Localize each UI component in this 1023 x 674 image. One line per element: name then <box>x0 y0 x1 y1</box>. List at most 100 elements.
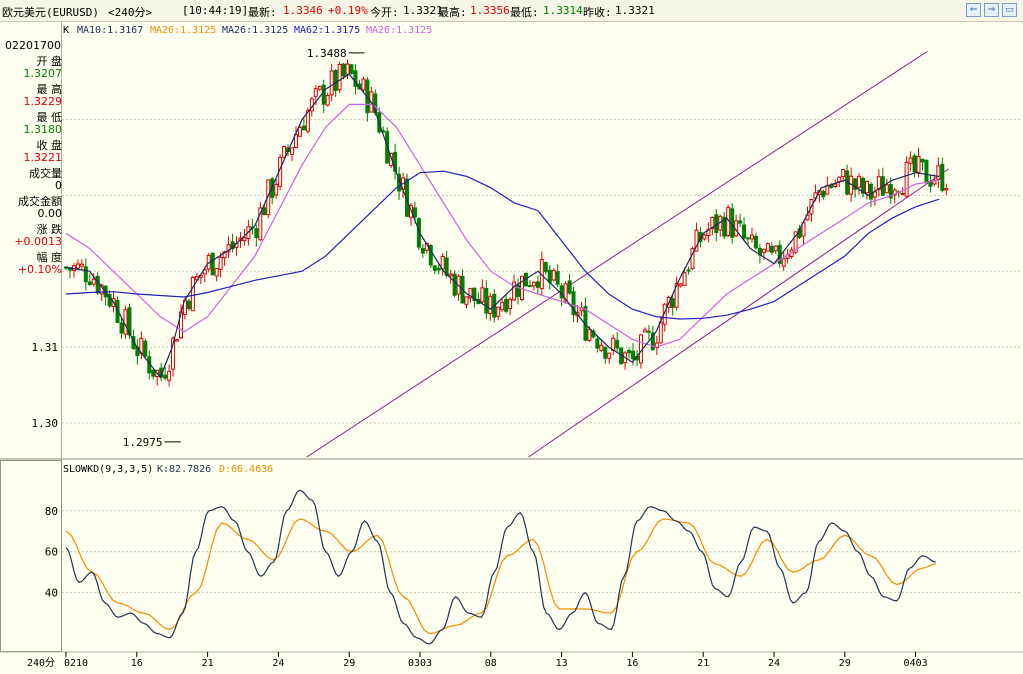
candle-body <box>262 207 267 216</box>
candle-body <box>670 298 675 308</box>
period-footer: 240分 <box>27 657 55 669</box>
candle-body <box>210 252 215 276</box>
candle-body <box>841 168 846 178</box>
candle-body <box>607 352 612 359</box>
candle-body <box>908 157 913 164</box>
price-annotations: 1.3488 1.2975 <box>123 47 365 449</box>
candle-body <box>868 183 873 200</box>
candle-body <box>317 85 322 90</box>
candle-body <box>904 161 909 197</box>
candlesticks <box>64 59 949 387</box>
candle-body <box>761 248 766 253</box>
candle-body <box>448 273 453 277</box>
candle-body <box>595 338 600 349</box>
candle-body <box>151 369 156 377</box>
candle-body <box>912 155 917 173</box>
candle-body <box>567 280 572 294</box>
candle-body <box>274 183 279 196</box>
date-tick-label: 29 <box>839 658 851 669</box>
candle-body <box>361 78 366 91</box>
candle-body <box>920 158 925 163</box>
kd-legend-d: D:66.4636 <box>219 464 273 475</box>
candle-body <box>765 243 770 252</box>
candle-body <box>631 350 636 360</box>
candle-body <box>749 234 754 240</box>
candle-body <box>325 95 330 106</box>
candle-body <box>746 237 751 240</box>
candle-body <box>936 165 941 180</box>
candle-body <box>837 176 842 182</box>
candle-body <box>452 273 457 296</box>
date-tick-label: 21 <box>697 658 709 669</box>
candle-body <box>646 330 651 333</box>
kd-tick-label: 80 <box>45 505 58 518</box>
price-tick-label: 1.30 <box>32 417 59 430</box>
kd-legend-k: K:82.7826 <box>157 464 211 475</box>
price-chart[interactable]: 1.31 1.30 1.3488 1.2975 K MA10:1.3167 MA26… <box>0 0 1023 674</box>
candle-body <box>95 275 100 294</box>
candle-body <box>857 176 862 188</box>
kd-lines <box>65 489 936 645</box>
candle-body <box>329 70 334 96</box>
candle-body <box>143 340 148 357</box>
candle-body <box>496 306 501 317</box>
candle-body <box>504 298 509 312</box>
candle-body <box>884 184 889 194</box>
ma-legend-k: K <box>63 25 69 36</box>
date-tick-label: 16 <box>131 658 143 669</box>
candle-body <box>555 271 560 285</box>
candle-body <box>599 344 604 351</box>
candle-body <box>543 262 548 273</box>
candle-body <box>345 63 350 75</box>
candle-body <box>190 276 195 312</box>
candle-body <box>432 265 437 271</box>
candle-body <box>535 281 540 288</box>
candle-body <box>480 287 485 303</box>
candle-body <box>686 269 691 272</box>
candle-body <box>313 88 318 97</box>
kd-grid <box>62 510 1020 594</box>
date-tick-label: 08 <box>485 658 497 669</box>
candle-body <box>297 126 302 137</box>
candle-body <box>488 295 493 315</box>
candle-body <box>900 193 905 196</box>
candle-body <box>781 258 786 267</box>
kd-tick-label: 40 <box>45 587 58 600</box>
date-tick-label: 21 <box>202 658 214 669</box>
ma-legend-ma10: MA10:1.3167 <box>77 25 143 36</box>
date-tick-label: 13 <box>556 658 568 669</box>
price-tick-label: 1.31 <box>32 341 59 354</box>
candle-body <box>337 64 342 91</box>
candle-body <box>547 269 552 283</box>
candle-body <box>123 309 128 335</box>
candle-body <box>87 281 92 285</box>
candle-body <box>615 339 620 349</box>
candle-body <box>75 263 80 269</box>
candle-body <box>301 125 306 131</box>
candle-body <box>833 183 838 187</box>
candle-body <box>91 278 96 285</box>
candle-body <box>167 370 172 381</box>
candle-body <box>916 155 921 173</box>
candle-body <box>341 63 346 77</box>
date-tick-label: 16 <box>626 658 638 669</box>
trend-channel <box>306 50 949 458</box>
price-axis-ticks: 1.31 1.30 <box>32 341 59 430</box>
candle-body <box>484 288 489 314</box>
candle-body <box>531 281 536 287</box>
ma-legend-ma26-a: MA26:1.3125 <box>150 25 216 36</box>
candle-body <box>773 245 778 252</box>
candle-body <box>333 70 338 91</box>
kd-legend-name: SLOWKD(9,3,3,5) <box>63 464 153 475</box>
kd-axis-ticks: 80 60 40 <box>45 505 58 600</box>
date-tick-label: 24 <box>272 658 284 669</box>
annotation-label: 1.2975 <box>123 436 163 449</box>
ma-legend-ma62: MA62:1.3175 <box>294 25 360 36</box>
candle-body <box>742 224 747 239</box>
candle-body <box>642 329 647 333</box>
candle-body <box>321 84 326 105</box>
candle-body <box>436 267 441 271</box>
candle-body <box>678 283 683 287</box>
candle-body <box>940 163 945 191</box>
candle-body <box>242 237 247 242</box>
